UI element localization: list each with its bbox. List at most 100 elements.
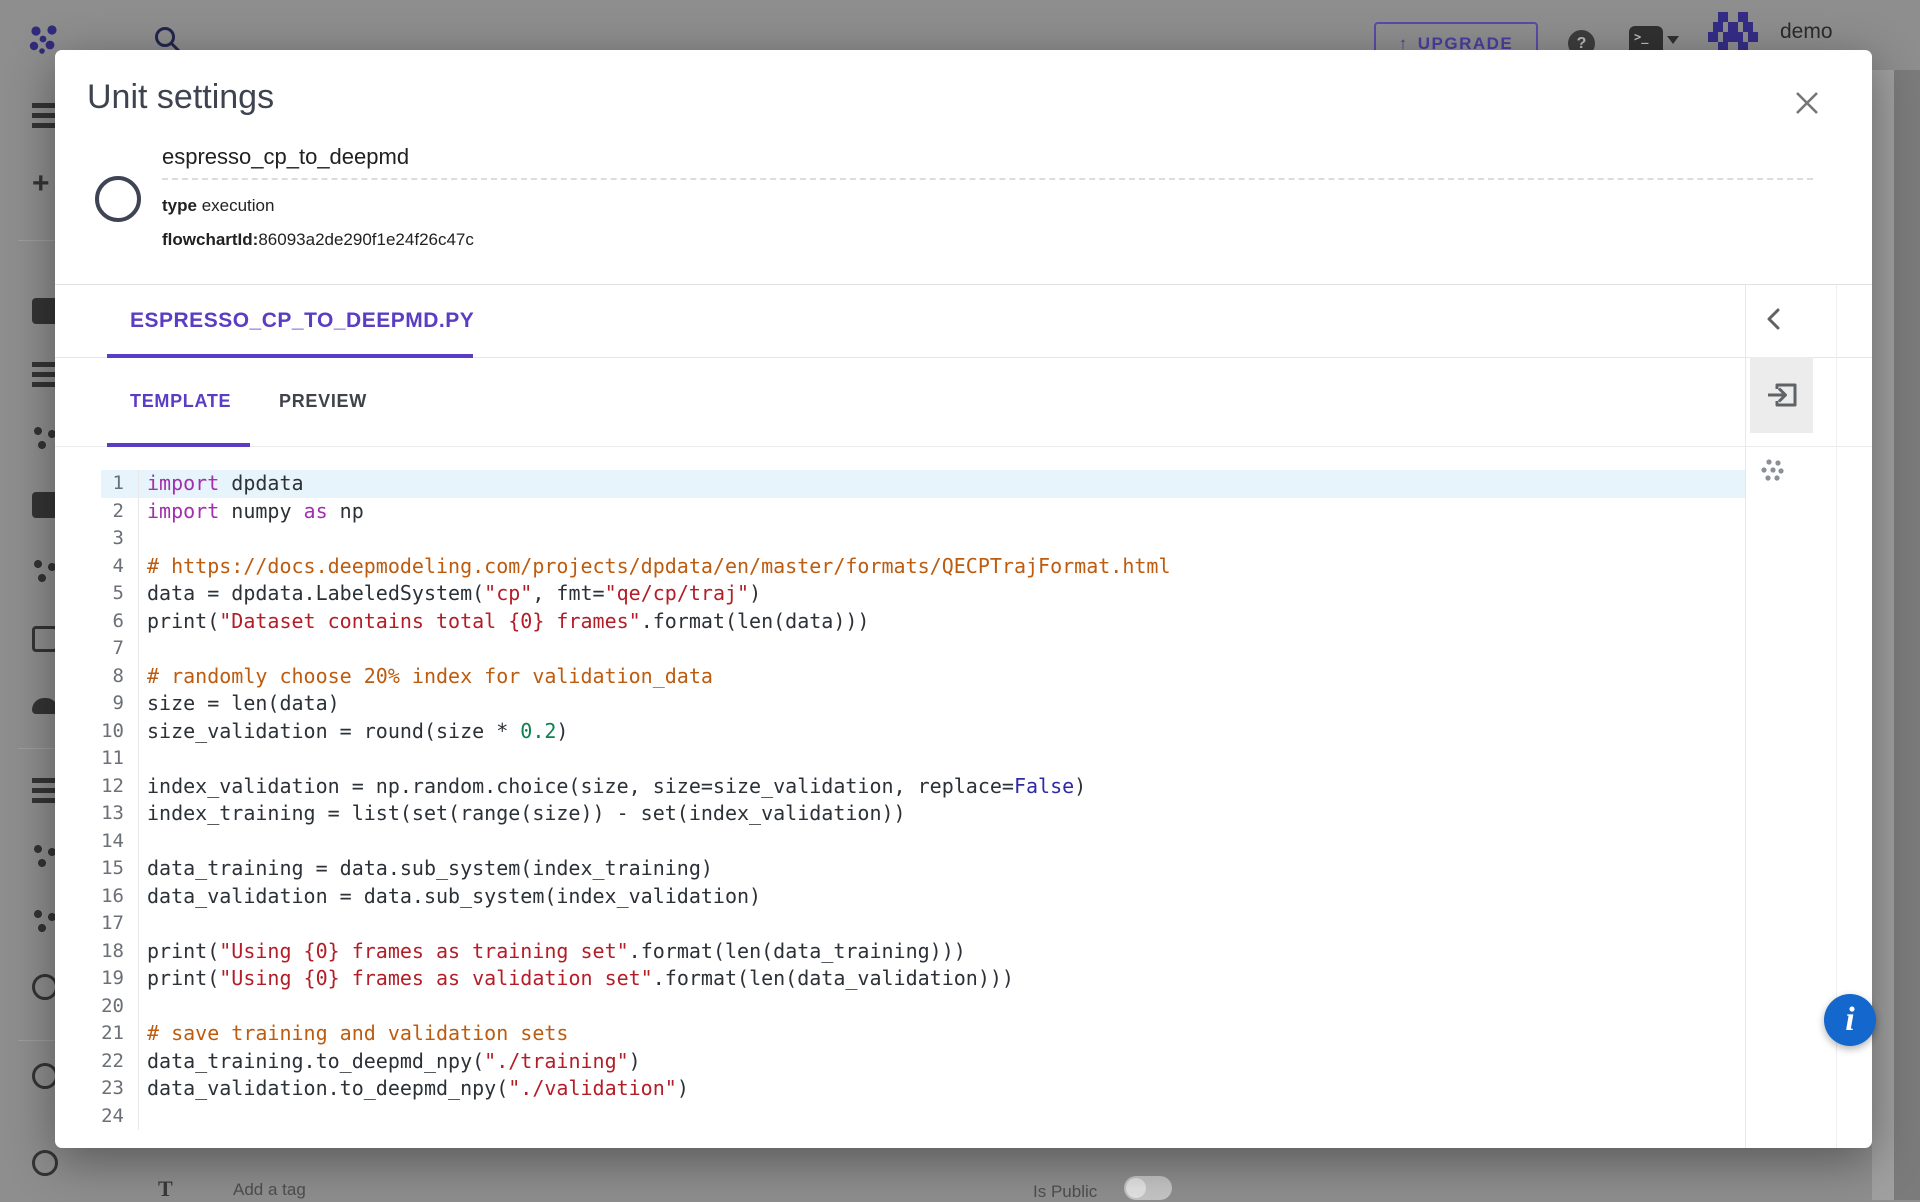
- code-row[interactable]: 2import numpy as np: [101, 498, 1745, 526]
- exit-to-app-icon: [1765, 379, 1799, 411]
- code-line: index_validation = np.random.choice(size…: [139, 773, 1086, 801]
- code-line: size_validation = round(size * 0.2): [139, 718, 568, 746]
- code-row[interactable]: 12index_validation = np.random.choice(si…: [101, 773, 1745, 801]
- code-line: [139, 828, 147, 856]
- rail-divider-left: [1745, 285, 1746, 1148]
- line-number: 6: [101, 608, 139, 636]
- open-in-panel-button[interactable]: [1750, 357, 1813, 433]
- line-number: 10: [101, 718, 139, 746]
- code-row[interactable]: 24: [101, 1103, 1745, 1131]
- tab-espresso-cp-to-deepmd-py[interactable]: ESPRESSO_CP_TO_DEEPMD.PY: [107, 284, 497, 357]
- collapse-chevron-icon[interactable]: [1761, 306, 1787, 332]
- is-public-toggle[interactable]: [1124, 1176, 1172, 1200]
- sidebar-divider: [18, 748, 56, 749]
- line-number: 3: [101, 525, 139, 553]
- code-row[interactable]: 11: [101, 745, 1745, 773]
- code-row[interactable]: 1import dpdata: [101, 470, 1745, 498]
- code-row[interactable]: 4# https://docs.deepmodeling.com/project…: [101, 553, 1745, 581]
- code-row[interactable]: 9size = len(data): [101, 690, 1745, 718]
- tab-preview[interactable]: PREVIEW: [256, 357, 390, 446]
- code-row[interactable]: 23data_validation.to_deepmd_npy("./valid…: [101, 1075, 1745, 1103]
- code-line: data_training.to_deepmd_npy("./training"…: [139, 1048, 641, 1076]
- code-line: [139, 635, 147, 663]
- toggle-knob: [1126, 1178, 1146, 1198]
- code-row[interactable]: 6print("Dataset contains total {0} frame…: [101, 608, 1745, 636]
- code-line: # randomly choose 20% index for validati…: [139, 663, 713, 691]
- line-number: 24: [101, 1103, 139, 1131]
- file-tab-bar: ESPRESSO_CP_TO_DEEPMD.PY: [55, 284, 1872, 358]
- tag-icon: T: [158, 1176, 173, 1202]
- user-name[interactable]: demo: [1780, 20, 1833, 44]
- info-icon: i: [1845, 1003, 1854, 1037]
- code-editor[interactable]: 1import dpdata2import numpy as np34# htt…: [101, 470, 1745, 1130]
- code-row[interactable]: 14: [101, 828, 1745, 856]
- code-line: [139, 745, 147, 773]
- line-number: 8: [101, 663, 139, 691]
- line-number: 23: [101, 1075, 139, 1103]
- page-edge: [1894, 70, 1920, 1200]
- code-line: print("Dataset contains total {0} frames…: [139, 608, 869, 636]
- code-row[interactable]: 13index_training = list(set(range(size))…: [101, 800, 1745, 828]
- unit-name: espresso_cp_to_deepmd: [162, 144, 409, 170]
- code-line: data_validation = data.sub_system(index_…: [139, 883, 761, 911]
- code-row[interactable]: 3: [101, 525, 1745, 553]
- close-icon[interactable]: [1792, 88, 1822, 118]
- code-line: size = len(data): [139, 690, 340, 718]
- code-row[interactable]: 21# save training and validation sets: [101, 1020, 1745, 1048]
- code-line: [139, 1103, 147, 1131]
- line-number: 4: [101, 553, 139, 581]
- code-row[interactable]: 19print("Using {0} frames as validation …: [101, 965, 1745, 993]
- line-number: 13: [101, 800, 139, 828]
- code-row[interactable]: 18print("Using {0} frames as training se…: [101, 938, 1745, 966]
- code-line: data_training = data.sub_system(index_tr…: [139, 855, 713, 883]
- terminal-dropdown-caret-icon[interactable]: [1667, 36, 1679, 44]
- line-number: 15: [101, 855, 139, 883]
- page-scrollbar[interactable]: [1872, 70, 1894, 1200]
- code-line: import numpy as np: [139, 498, 364, 526]
- code-line: print("Using {0} frames as validation se…: [139, 965, 1014, 993]
- unit-flowchart-row: flowchartId:86093a2de290f1e24f26c47c: [162, 230, 474, 250]
- line-number: 9: [101, 690, 139, 718]
- unit-type-value: execution: [197, 196, 275, 215]
- line-number: 14: [101, 828, 139, 856]
- is-public-label: Is Public: [1033, 1182, 1097, 1202]
- brand-logo-icon: [28, 24, 60, 56]
- flowchart-id-value: 86093a2de290f1e24f26c47c: [258, 230, 474, 249]
- code-line: index_training = list(set(range(size)) -…: [139, 800, 906, 828]
- line-number: 22: [101, 1048, 139, 1076]
- unit-settings-dialog: Unit settings espresso_cp_to_deepmd type…: [55, 50, 1872, 1148]
- line-number: 21: [101, 1020, 139, 1048]
- line-number: 19: [101, 965, 139, 993]
- code-row[interactable]: 17: [101, 910, 1745, 938]
- sidebar-divider: [18, 1040, 56, 1041]
- code-row[interactable]: 20: [101, 993, 1745, 1021]
- template-tab-indicator: [107, 443, 250, 447]
- tab-template[interactable]: TEMPLATE: [107, 357, 254, 446]
- line-number: 7: [101, 635, 139, 663]
- sidebar-icon-account[interactable]: [32, 1150, 58, 1176]
- add-tag-field[interactable]: Add a tag: [233, 1180, 306, 1200]
- line-number: 16: [101, 883, 139, 911]
- line-number: 18: [101, 938, 139, 966]
- unit-node-icon: [95, 176, 141, 222]
- code-row[interactable]: 10size_validation = round(size * 0.2): [101, 718, 1745, 746]
- line-number: 5: [101, 580, 139, 608]
- code-row[interactable]: 22data_training.to_deepmd_npy("./trainin…: [101, 1048, 1745, 1076]
- line-number: 2: [101, 498, 139, 526]
- code-row[interactable]: 5data = dpdata.LabeledSystem("cp", fmt="…: [101, 580, 1745, 608]
- code-line: import dpdata: [139, 470, 304, 498]
- code-row[interactable]: 8# randomly choose 20% index for validat…: [101, 663, 1745, 691]
- code-row[interactable]: 16data_validation = data.sub_system(inde…: [101, 883, 1745, 911]
- code-line: [139, 525, 147, 553]
- drag-dots-icon[interactable]: [1759, 456, 1787, 484]
- code-line: # save training and validation sets: [139, 1020, 568, 1048]
- code-line: data = dpdata.LabeledSystem("cp", fmt="q…: [139, 580, 761, 608]
- code-row[interactable]: 7: [101, 635, 1745, 663]
- code-row[interactable]: 15data_training = data.sub_system(index_…: [101, 855, 1745, 883]
- code-line: [139, 993, 147, 1021]
- info-button[interactable]: i: [1824, 994, 1876, 1046]
- code-line: [139, 910, 147, 938]
- code-line: data_validation.to_deepmd_npy("./validat…: [139, 1075, 689, 1103]
- line-number: 11: [101, 745, 139, 773]
- dialog-title: Unit settings: [87, 78, 274, 117]
